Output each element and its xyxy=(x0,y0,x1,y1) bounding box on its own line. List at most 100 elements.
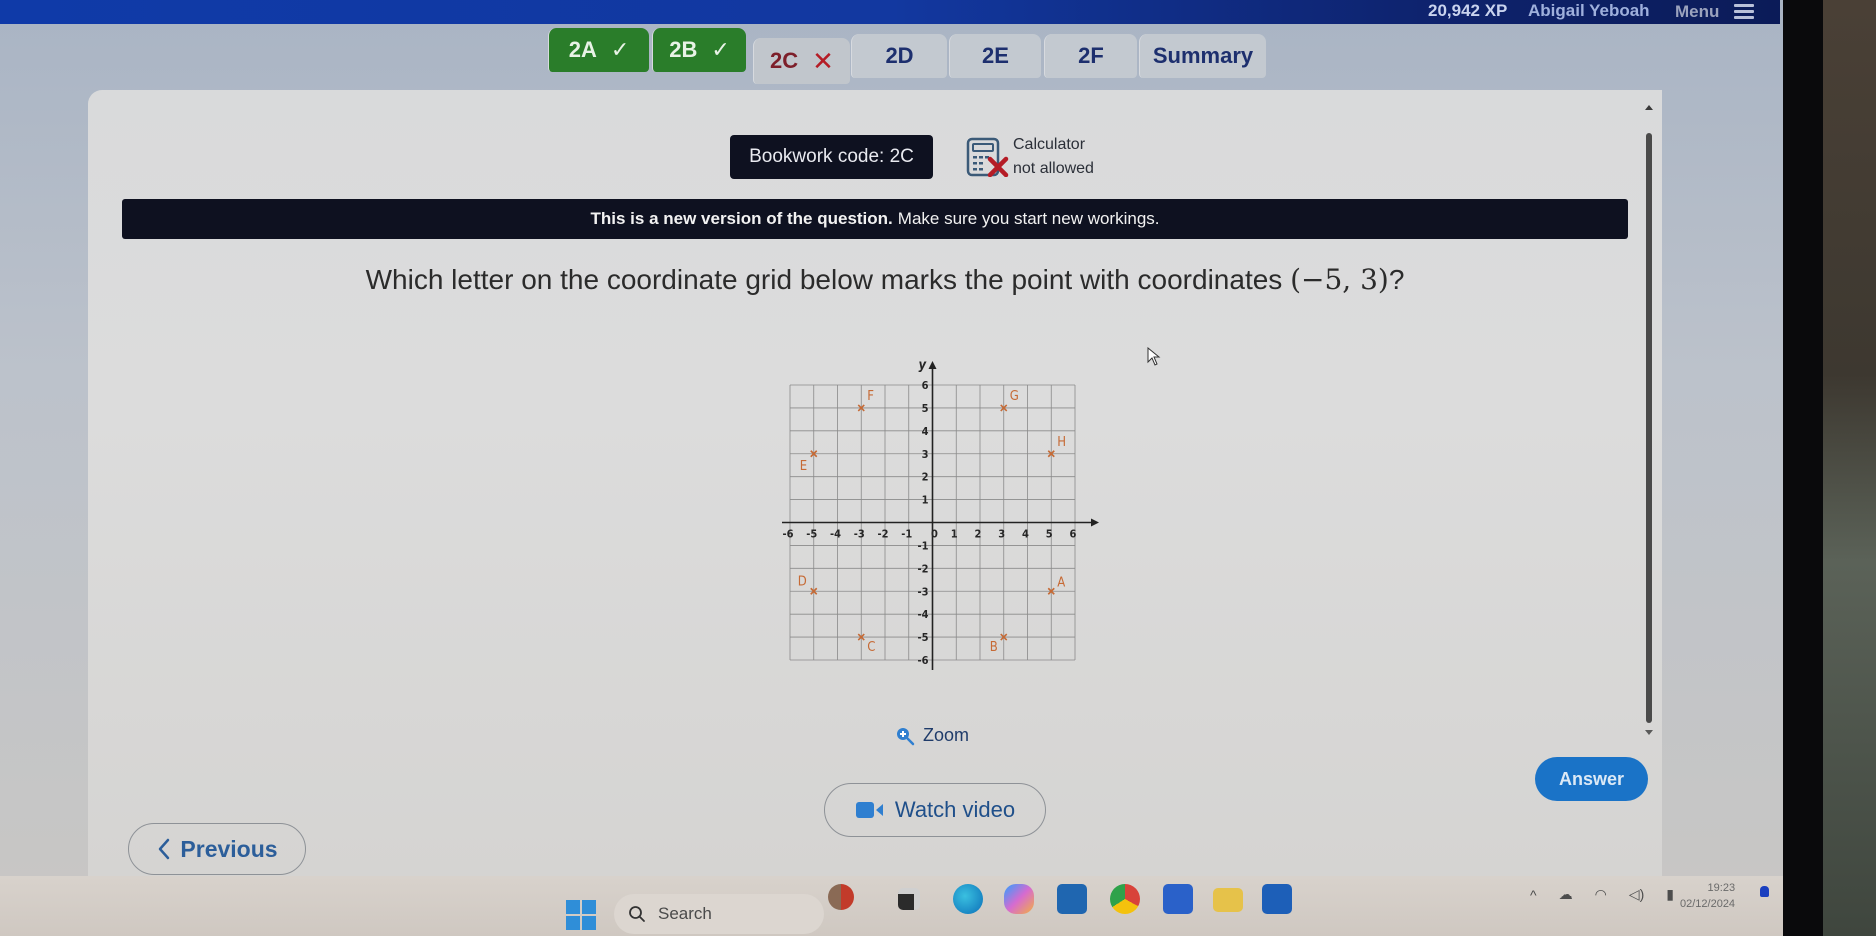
y-tick-label: 4 xyxy=(922,425,929,438)
x-tick-label: -3 xyxy=(854,528,865,541)
video-camera-icon xyxy=(855,802,883,818)
y-tick-label: 2 xyxy=(922,471,929,484)
question-prompt: Which letter on the coordinate grid belo… xyxy=(365,264,1291,295)
search-placeholder: Search xyxy=(658,904,712,923)
point-label-b: B xyxy=(990,640,998,655)
menu-button[interactable]: Menu xyxy=(1675,2,1719,22)
question-text: Which letter on the coordinate grid belo… xyxy=(200,263,1570,296)
tab-2f[interactable]: 2F xyxy=(1044,34,1137,78)
x-tick-label: 4 xyxy=(1022,528,1029,541)
volume-icon[interactable]: ◁) xyxy=(1629,886,1644,903)
tab-2b[interactable]: 2B ✓ xyxy=(652,28,746,72)
user-name[interactable]: Abigail Yeboah xyxy=(1528,1,1650,21)
tab-label: 2B xyxy=(669,37,698,62)
point-label-f: F xyxy=(867,389,874,404)
tab-2d[interactable]: 2D xyxy=(851,34,947,78)
calculator-not-allowed-label: not allowed xyxy=(1013,160,1094,177)
calculator-not-allowed-icon xyxy=(966,137,1009,177)
x-tick-label: 0 xyxy=(931,528,938,541)
point-label-e: E xyxy=(800,459,807,474)
tab-2e[interactable]: 2E xyxy=(949,34,1041,78)
zoom-button[interactable]: Zoom xyxy=(895,725,969,746)
banner-bold-text: This is a new version of the question. xyxy=(590,209,893,228)
onedrive-cloud-icon[interactable]: ☁ xyxy=(1559,886,1573,903)
x-axis-arrow xyxy=(1091,518,1099,527)
hamburger-icon[interactable] xyxy=(1734,1,1754,21)
search-icon xyxy=(629,906,645,922)
y-tick-label: 1 xyxy=(922,494,929,507)
y-tick-label: -5 xyxy=(918,631,929,644)
tab-summary[interactable]: Summary xyxy=(1139,34,1266,78)
widgets-icon[interactable] xyxy=(828,884,854,910)
taskbar-clock[interactable]: 19:23 02/12/2024 xyxy=(1680,880,1735,912)
banner-text: Make sure you start new workings. xyxy=(897,209,1160,228)
calculator-status: Calculator not allowed xyxy=(1013,133,1094,181)
coordinate-grid[interactable]: xy-6-5-4-3-2-10123456-6-5-4-3-2-1123456A… xyxy=(770,345,1100,685)
taskbar-search[interactable]: Search xyxy=(614,894,824,934)
background-outside-screen xyxy=(1823,0,1876,936)
chevron-up-icon[interactable]: ^ xyxy=(1530,887,1537,903)
task-view-icon[interactable] xyxy=(898,888,920,910)
monitor-bezel xyxy=(1783,0,1823,936)
y-axis-arrow xyxy=(928,361,937,369)
point-label-d: D xyxy=(798,574,807,589)
cross-icon: ✕ xyxy=(812,45,834,76)
windows-start-icon[interactable] xyxy=(566,900,596,930)
x-tick-label: 1 xyxy=(951,528,958,541)
xp-counter: 20,942 XP xyxy=(1428,1,1508,20)
chrome-icon[interactable] xyxy=(1110,884,1140,914)
x-tick-label: -4 xyxy=(830,528,841,541)
word-icon[interactable] xyxy=(1262,884,1292,914)
new-version-banner: This is a new version of the question. M… xyxy=(122,199,1628,239)
tab-label: 2C xyxy=(770,48,799,73)
answer-button[interactable]: Answer xyxy=(1535,757,1648,801)
y-tick-label: -2 xyxy=(918,562,929,575)
y-axis-label: y xyxy=(919,358,928,373)
y-tick-label: -3 xyxy=(918,585,929,598)
zoom-in-icon xyxy=(897,727,915,745)
watch-video-label: Watch video xyxy=(894,797,1016,822)
scroll-down-icon[interactable] xyxy=(1645,730,1653,735)
tab-label: 2F xyxy=(1078,43,1104,68)
x-tick-label: -1 xyxy=(901,528,912,541)
x-tick-label: -2 xyxy=(878,528,889,541)
y-tick-label: -6 xyxy=(918,654,929,667)
tab-label: 2D xyxy=(885,43,914,68)
wifi-icon[interactable]: ◠ xyxy=(1595,886,1607,903)
store-icon[interactable] xyxy=(1057,884,1087,914)
calculator-label: Calculator xyxy=(1013,136,1086,153)
tab-label: 2E xyxy=(982,43,1009,68)
y-tick-label: -4 xyxy=(918,608,929,621)
tab-2c[interactable]: 2C ✕ xyxy=(753,38,850,84)
y-tick-label: -1 xyxy=(918,539,929,552)
chevron-left-icon xyxy=(159,838,170,860)
check-icon: ✓ xyxy=(610,37,630,62)
scrollbar-thumb[interactable] xyxy=(1646,133,1652,723)
question-mark: ? xyxy=(1388,264,1405,295)
zoom-label: Zoom xyxy=(923,725,970,745)
y-tick-label: 3 xyxy=(922,448,929,461)
battery-icon[interactable]: ▮ xyxy=(1666,886,1674,903)
app-icon[interactable] xyxy=(1163,884,1193,914)
x-tick-label: -6 xyxy=(783,528,794,541)
point-label-h: H xyxy=(1057,435,1066,450)
edge-icon[interactable] xyxy=(953,884,983,914)
vertical-scrollbar[interactable] xyxy=(1642,105,1656,735)
file-explorer-icon[interactable] xyxy=(1213,888,1243,912)
top-bar: 20,942 XP Abigail Yeboah Menu xyxy=(0,0,1780,24)
scroll-up-icon[interactable] xyxy=(1645,105,1653,110)
previous-button[interactable]: Previous xyxy=(128,823,306,875)
watch-video-button[interactable]: Watch video xyxy=(824,783,1046,837)
tab-2a[interactable]: 2A ✓ xyxy=(548,28,649,72)
previous-label: Previous xyxy=(180,835,278,862)
x-tick-label: -5 xyxy=(806,528,817,541)
notification-bell-icon[interactable] xyxy=(1760,886,1769,897)
bookwork-code: Bookwork code: 2C xyxy=(730,135,933,179)
system-tray: ^ ☁ ◠ ◁) ▮ xyxy=(1530,886,1674,903)
clock-time: 19:23 xyxy=(1707,882,1736,894)
y-tick-label: 5 xyxy=(922,402,929,415)
point-label-a: A xyxy=(1057,575,1065,590)
clock-date: 02/12/2024 xyxy=(1680,898,1736,910)
x-tick-label: 2 xyxy=(975,528,982,541)
copilot-icon[interactable] xyxy=(1004,884,1034,914)
